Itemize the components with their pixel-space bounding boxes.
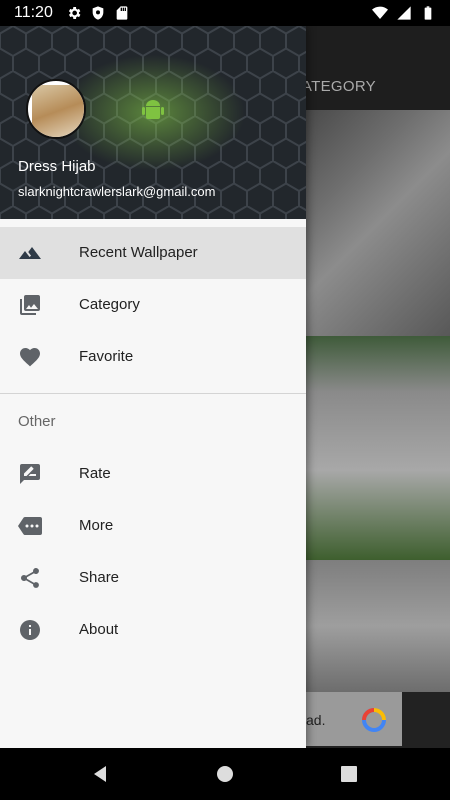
drawer-menu: Recent Wallpaper Category Favorite Other… bbox=[0, 227, 306, 656]
ad-text: ad. bbox=[306, 712, 326, 728]
android-icon bbox=[142, 100, 164, 119]
menu-item-category[interactable]: Category bbox=[0, 279, 306, 331]
status-time: 11:20 bbox=[14, 4, 53, 21]
more-tag-icon bbox=[18, 517, 42, 535]
recents-icon[interactable] bbox=[337, 762, 361, 786]
menu-item-recent-wallpaper[interactable]: Recent Wallpaper bbox=[0, 227, 306, 279]
menu-label: About bbox=[79, 621, 119, 638]
status-icons-left bbox=[66, 5, 130, 21]
menu-label: Rate bbox=[79, 465, 111, 482]
photo-library-icon bbox=[20, 295, 40, 315]
battery-icon bbox=[420, 5, 436, 21]
wallpaper-thumbnail-3[interactable] bbox=[306, 560, 450, 692]
menu-item-more[interactable]: More bbox=[0, 500, 306, 552]
menu-label: Share bbox=[79, 569, 120, 586]
rate-review-icon bbox=[20, 464, 40, 484]
shield-icon bbox=[90, 5, 106, 21]
menu-label: Recent Wallpaper bbox=[79, 244, 198, 261]
drawer-header: Dress Hijab slarknightcrawlerslark@gmail… bbox=[0, 26, 306, 219]
section-header-other: Other bbox=[0, 394, 306, 448]
menu-label: Favorite bbox=[79, 348, 134, 365]
signal-icon bbox=[396, 5, 412, 21]
menu-item-favorite[interactable]: Favorite bbox=[0, 331, 306, 383]
user-email: slarknightcrawlerslark@gmail.com bbox=[18, 184, 216, 199]
landscape-icon bbox=[19, 247, 41, 259]
avatar-image bbox=[32, 85, 84, 137]
settings-icon bbox=[66, 5, 82, 21]
menu-item-rate[interactable]: Rate bbox=[0, 448, 306, 500]
section-title: Other bbox=[18, 413, 56, 430]
share-icon bbox=[20, 568, 39, 588]
status-bar: 11:20 bbox=[0, 0, 450, 26]
status-icons-right bbox=[372, 5, 436, 21]
home-icon[interactable] bbox=[213, 762, 237, 786]
menu-label: More bbox=[79, 517, 114, 534]
navigation-drawer: Dress Hijab slarknightcrawlerslark@gmail… bbox=[0, 26, 306, 748]
sd-card-icon bbox=[114, 5, 130, 21]
ad-logo-icon bbox=[362, 708, 386, 732]
wallpaper-thumbnail-2[interactable] bbox=[306, 336, 450, 560]
wallpaper-thumbnail-1[interactable] bbox=[306, 110, 450, 336]
heart-icon bbox=[20, 348, 40, 367]
back-icon[interactable] bbox=[88, 762, 112, 786]
wifi-icon bbox=[372, 5, 388, 21]
menu-item-share[interactable]: Share bbox=[0, 552, 306, 604]
avatar bbox=[26, 79, 86, 139]
system-navigation-bar bbox=[0, 748, 450, 800]
menu-item-about[interactable]: About bbox=[0, 604, 306, 656]
app-name: Dress Hijab bbox=[18, 158, 96, 175]
info-icon bbox=[20, 620, 40, 640]
menu-label: Category bbox=[79, 296, 140, 313]
